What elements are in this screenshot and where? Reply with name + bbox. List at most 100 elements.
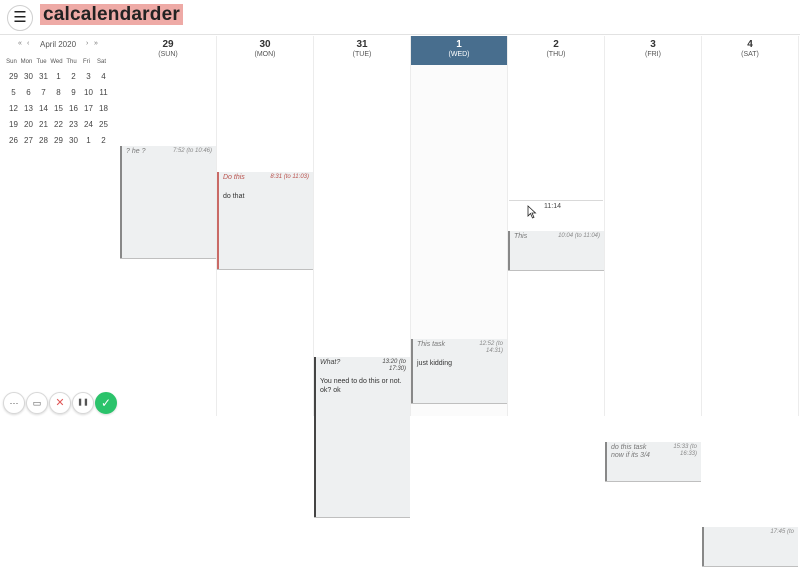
mini-calendar-day[interactable]: 19 [6,119,21,131]
event-bottom-border [605,480,701,482]
mini-calendar-day[interactable]: 18 [96,103,111,115]
mini-calendar-day[interactable]: 31 [36,71,51,83]
mini-calendar-day[interactable]: 9 [66,87,81,99]
calendar-event[interactable]: 17:45 (to [702,527,798,566]
pause-button[interactable]: ❚❚ [72,392,94,414]
mini-calendar-day[interactable]: 1 [81,135,96,147]
prev-year-button[interactable]: « [18,40,22,47]
menu-button[interactable]: ☰ [7,5,33,31]
mini-calendar-day[interactable]: 4 [96,71,111,83]
event-description: You need to do this or not. ok? ok [320,377,402,394]
mini-calendar-day[interactable]: 17 [81,103,96,115]
next-year-button[interactable]: » [94,40,98,47]
mini-calendar-day[interactable]: 29 [51,135,66,147]
calendar-event[interactable]: What? 13:20 (to 17:30) You need to do this… [314,356,410,518]
mini-calendar-day[interactable]: 24 [81,119,96,131]
day-header[interactable]: 3 (FRI) [605,36,701,65]
day-number: 2 [553,39,559,50]
weekday-label: Thu [66,59,77,65]
calendar-event[interactable]: do this task now if its 3/4 15:33 (to 16:… [605,442,701,481]
mini-calendar-day[interactable]: 2 [96,135,111,147]
day-weekday: (WED) [448,51,470,58]
mini-calendar-day[interactable]: 16 [66,103,81,115]
event-title: ? he ? [126,148,146,156]
current-time-label: 11:14 [541,203,564,210]
pause-icon: ❚❚ [77,399,89,406]
close-button[interactable]: ✕ [49,392,71,414]
mini-calendar-day[interactable]: 15 [51,103,66,115]
day-header[interactable]: 31 (TUE) [314,36,410,65]
mouse-cursor-icon [527,205,537,219]
mini-calendar-nav: « ‹ April 2020 › » [0,40,118,50]
day-weekday: (FRI) [645,51,661,58]
mini-calendar-day[interactable]: 27 [21,135,36,147]
event-time: 13:20 (to 17:30) [382,358,406,372]
day-header[interactable]: 29 (SUN) [120,36,216,65]
day-header[interactable]: 4 (SAT) [702,36,798,65]
mini-calendar-day[interactable]: 25 [96,119,111,131]
more-dots-icon: ⋯ [9,398,19,408]
day-number: 31 [356,39,368,50]
event-description: just kidding [417,359,453,367]
event-title: This [514,233,528,241]
next-month-button[interactable]: › [86,40,88,47]
confirm-button[interactable]: ✓ [95,392,117,414]
calendar-event[interactable]: This 10:04 (to 11:04) [508,231,604,270]
mini-calendar-day[interactable]: 30 [66,135,81,147]
mini-calendar-day[interactable]: 7 [36,87,51,99]
calendar-event[interactable]: This task 12:52 (to 14:31) just kidding [411,338,507,403]
day-header[interactable]: 1 (WED) [411,36,507,65]
mini-calendar-month: April 2020 [40,40,77,49]
mini-calendar-day[interactable]: 28 [36,135,51,147]
mini-calendar-day[interactable]: 3 [81,71,96,83]
mini-calendar-day[interactable]: 11 [96,87,111,99]
weekday-label: Sat [96,59,106,65]
event-title: What? [320,358,341,366]
calendar-event[interactable]: Do this 8:31 (to 11:03) do that [217,171,313,270]
weekday-label: Fri [83,59,90,65]
mini-calendar-day[interactable]: 30 [21,71,36,83]
event-time: 8:31 (to 11:03) [270,173,309,180]
app-logo: calcalendarder [40,4,183,25]
mini-calendar-day[interactable]: 22 [51,119,66,131]
mini-calendar-day[interactable]: 2 [66,71,81,83]
day-column[interactable]: 2 (THU) [508,36,605,416]
video-button[interactable]: ▭ [26,392,48,414]
mini-calendar-day[interactable]: 14 [36,103,51,115]
mini-calendar-day[interactable]: 1 [51,71,66,83]
mini-calendar-day[interactable]: 20 [21,119,36,131]
event-bottom-border [314,517,410,519]
mini-calendar-day[interactable]: 23 [66,119,81,131]
app-header: ☰ calcalendarder [0,0,800,35]
event-title: do this task now if its 3/4 [611,444,650,460]
mini-calendar-day[interactable]: 10 [81,87,96,99]
hamburger-icon: ☰ [13,9,27,26]
day-header[interactable]: 2 (THU) [508,36,604,65]
mini-calendar-day[interactable]: 6 [21,87,36,99]
event-time: 17:45 (to [770,529,794,535]
mini-calendar-day[interactable]: 5 [6,87,21,99]
weekday-label: Mon [20,59,33,65]
prev-month-button[interactable]: ‹ [27,40,29,47]
mini-calendar-day[interactable]: 29 [6,71,21,83]
event-bottom-border [217,269,313,271]
day-column[interactable]: 3 (FRI) [605,36,702,416]
day-number: 30 [259,39,271,50]
day-weekday: (SUN) [158,51,178,58]
event-title: Do this [223,173,245,181]
mini-calendar-day[interactable]: 12 [6,103,21,115]
current-time-line [509,200,603,201]
event-time: 15:33 (to 16:33) [673,444,697,458]
day-header[interactable]: 30 (MON) [217,36,313,65]
day-weekday: (TUE) [352,51,372,58]
mini-calendar-day[interactable]: 26 [6,135,21,147]
mini-calendar-day[interactable]: 13 [21,103,36,115]
mini-calendar-weekdays: Sun Mon Tue Wed Thu Fri Sat [0,59,118,68]
weekday-label: Tue [36,59,47,65]
day-weekday: (MON) [254,51,276,58]
mini-calendar-day[interactable]: 21 [36,119,51,131]
calendar-event[interactable]: ? he ? 7:52 (to 10:46) [120,146,216,259]
more-button[interactable]: ⋯ [3,392,25,414]
day-column[interactable]: 4 (SAT) [702,36,799,416]
mini-calendar-day[interactable]: 8 [51,87,66,99]
